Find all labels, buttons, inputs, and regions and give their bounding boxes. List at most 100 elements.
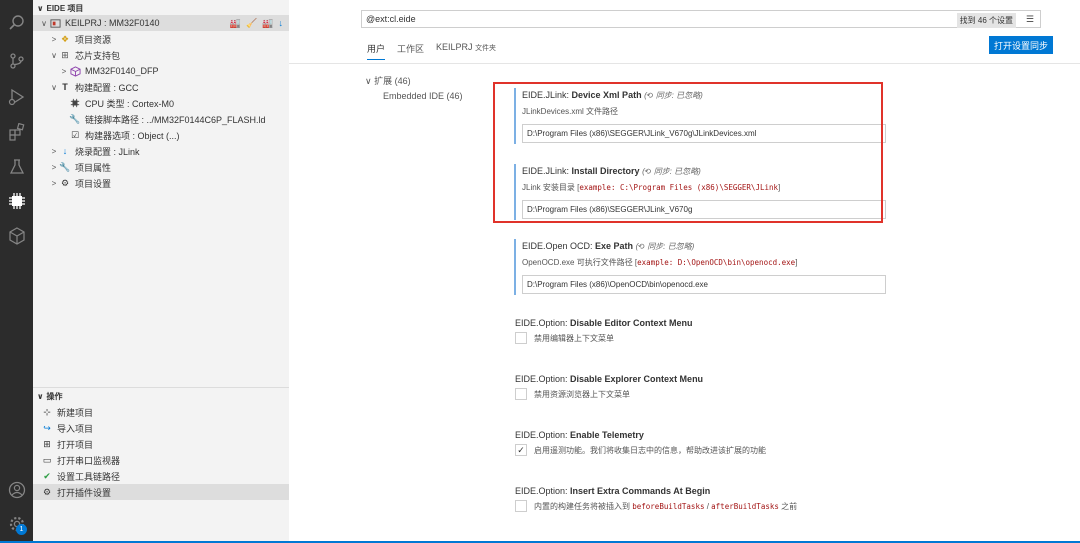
- extensions-icon[interactable]: [6, 121, 27, 142]
- section-divider: [33, 387, 289, 388]
- chevron-right-icon: >: [51, 162, 57, 172]
- flash-download-icon[interactable]: ↓: [279, 18, 284, 29]
- header-divider: [289, 63, 1080, 64]
- toc-embedded-ide[interactable]: Embedded IDE (46): [383, 91, 463, 101]
- chevron-down-icon: ∨: [41, 18, 47, 28]
- setting-checkbox-row: 禁用编辑器上下文菜单: [515, 332, 614, 344]
- chevron-right-icon: >: [61, 66, 67, 76]
- chevron-down-icon: ∨: [37, 392, 44, 401]
- run-debug-icon[interactable]: [6, 86, 27, 107]
- account-icon[interactable]: [6, 479, 27, 500]
- resource-icon: ❖: [60, 33, 70, 44]
- open-project-icon: ⊞: [43, 438, 51, 449]
- source-control-icon[interactable]: [6, 50, 27, 71]
- checkmark-icon: ✓: [517, 444, 525, 455]
- tree-item-linker-script[interactable]: 🔧 链接脚本路径 : ../MM32F0144C6P_FLASH.ld: [33, 111, 289, 127]
- op-open-project[interactable]: ⊞ 打开项目: [33, 436, 289, 452]
- openocd-exe-input[interactable]: D:\Program Files (x86)\OpenOCD\bin\openo…: [522, 275, 886, 294]
- gear-icon: ⚙: [60, 177, 70, 188]
- op-toolchain-path[interactable]: ✔ 设置工具链路径: [33, 468, 289, 484]
- chip-icon: [69, 97, 81, 109]
- sidebar: ∨ EIDE 项目 ∨ KEILPRJ : MM32F0140 🏭 🧹 🏭 ↓ …: [33, 0, 289, 543]
- settings-sync-button[interactable]: 打开设置同步: [989, 36, 1054, 54]
- rebuild-icon[interactable]: 🏭: [262, 18, 273, 29]
- setting-description: OpenOCD.exe 可执行文件路径 [example: D:\OpenOCD…: [522, 258, 798, 267]
- tree-item-build-config[interactable]: ∨ T 构建配置 : GCC: [33, 79, 289, 95]
- disable-editor-menu-checkbox[interactable]: [515, 332, 527, 344]
- filter-list-icon[interactable]: ☰: [1026, 14, 1034, 25]
- op-serial-monitor[interactable]: ▭ 打开串口监视器: [33, 452, 289, 468]
- setting-openocd-exe: EIDE.Open OCD: Exe Path (⟲ 同步: 已忽略) Open…: [514, 239, 894, 295]
- enable-telemetry-checkbox[interactable]: ✓: [515, 444, 527, 456]
- notification-badge: 1: [16, 524, 27, 535]
- hammer-icon: T: [62, 82, 68, 92]
- cube-icon: [69, 65, 81, 77]
- setting-title: EIDE.Option: Insert Extra Commands At Be…: [515, 486, 711, 496]
- sync-ignored-label: (⟲ 同步: 已忽略): [635, 242, 695, 251]
- tab-folder[interactable]: KEILPRJ 文件夹: [436, 42, 496, 60]
- tab-workspace[interactable]: 工作区: [397, 42, 424, 60]
- setting-disable-explorer-menu: EIDE.Option: Disable Explorer Context Me…: [514, 372, 894, 406]
- project-icon: [49, 17, 61, 29]
- chevron-right-icon: >: [51, 178, 57, 188]
- build-icon[interactable]: 🏭: [230, 18, 241, 29]
- tree-item-project-properties[interactable]: > 🔧 项目属性: [33, 159, 289, 175]
- tab-user[interactable]: 用户: [367, 42, 386, 60]
- setting-disable-editor-menu: EIDE.Option: Disable Editor Context Menu…: [514, 316, 894, 350]
- setting-checkbox-row: 内置的构建任务将被插入到 beforeBuildTasks / afterBui…: [515, 500, 797, 512]
- chevron-down-icon: ∨: [51, 50, 57, 60]
- tree-item-cpu-type[interactable]: CPU 类型 : Cortex-M0: [33, 95, 289, 111]
- disable-explorer-menu-checkbox[interactable]: [515, 388, 527, 400]
- tree-item-project-settings[interactable]: > ⚙ 项目设置: [33, 175, 289, 191]
- serial-monitor-icon: ▭: [42, 454, 52, 465]
- result-count-badge: 找到 46 个设置: [956, 13, 1016, 28]
- import-icon: ↪: [43, 422, 51, 433]
- setting-title: EIDE.Open OCD: Exe Path (⟲ 同步: 已忽略): [522, 241, 695, 251]
- chevron-down-icon: ∨: [365, 76, 372, 86]
- tree-item-flash-config[interactable]: > ↓ 烧录配置 : JLink: [33, 143, 289, 159]
- chevron-right-icon: >: [51, 146, 57, 156]
- wrench-icon: 🔧: [69, 113, 81, 124]
- search-icon[interactable]: [6, 12, 27, 33]
- insert-extra-commands-checkbox[interactable]: [515, 500, 527, 512]
- tree-item-dfp[interactable]: > MM32F0140_DFP: [33, 63, 289, 79]
- chevron-down-icon: ∨: [51, 82, 57, 92]
- cube-outline-icon[interactable]: [6, 225, 27, 246]
- activity-bar: 1: [0, 0, 33, 543]
- ops-section-header[interactable]: ∨ 操作: [37, 391, 63, 402]
- chevron-down-icon: ∨: [37, 4, 44, 13]
- op-import-project[interactable]: ↪ 导入项目: [33, 420, 289, 436]
- settings-scope-tabs: 用户 工作区 KEILPRJ 文件夹: [367, 42, 496, 60]
- tree-item-builder-options[interactable]: ☑ 构建器选项 : Object (...): [33, 127, 289, 143]
- settings-search-input[interactable]: @ext:cl.eide 找到 46 个设置 ☰: [361, 10, 1041, 28]
- tree-item-chip-package[interactable]: ∨ ⊞ 芯片支持包: [33, 47, 289, 63]
- sync-icon: ⟲: [638, 242, 645, 251]
- package-icon: ⊞: [61, 49, 69, 60]
- project-actions: 🏭 🧹 🏭 ↓: [230, 18, 283, 29]
- download-icon: ↓: [62, 146, 68, 156]
- wrench-icon: 🔧: [59, 161, 71, 172]
- setting-enable-telemetry: EIDE.Option: Enable Telemetry ✓ 启用遥测功能。我…: [514, 428, 894, 462]
- new-project-icon: ⊹: [43, 406, 51, 417]
- settings-editor: @ext:cl.eide 找到 46 个设置 ☰ 用户 工作区 KEILPRJ …: [289, 0, 1080, 543]
- options-icon: ☑: [70, 129, 80, 140]
- testing-flask-icon[interactable]: [6, 156, 27, 177]
- clean-brush-icon[interactable]: 🧹: [246, 18, 257, 29]
- check-icon: ✔: [43, 470, 51, 481]
- setting-title: EIDE.Option: Disable Editor Context Menu: [515, 318, 693, 328]
- project-section-header[interactable]: ∨ EIDE 项目: [37, 3, 83, 14]
- op-new-project[interactable]: ⊹ 新建项目: [33, 404, 289, 420]
- toc-extensions-group[interactable]: ∨ 扩展 (46): [365, 74, 411, 87]
- op-plugin-settings[interactable]: ⚙ 打开插件设置: [33, 484, 289, 500]
- setting-title: EIDE.Option: Enable Telemetry: [515, 430, 644, 440]
- eide-chip-icon[interactable]: [6, 190, 27, 211]
- setting-title: EIDE.Option: Disable Explorer Context Me…: [515, 374, 704, 384]
- gear-icon: ⚙: [42, 486, 52, 497]
- setting-checkbox-row: ✓ 启用遥测功能。我们将收集日志中的信息，帮助改进该扩展的功能: [515, 444, 766, 456]
- chevron-right-icon: >: [51, 34, 57, 44]
- tree-item-project-root[interactable]: ∨ KEILPRJ : MM32F0140 🏭 🧹 🏭 ↓: [33, 15, 289, 31]
- annotation-highlight-box: [493, 82, 883, 223]
- tree-item-project-resources[interactable]: > ❖ 项目资源: [33, 31, 289, 47]
- setting-checkbox-row: 禁用资源浏览器上下文菜单: [515, 388, 630, 400]
- setting-insert-extra-commands: EIDE.Option: Insert Extra Commands At Be…: [514, 484, 894, 518]
